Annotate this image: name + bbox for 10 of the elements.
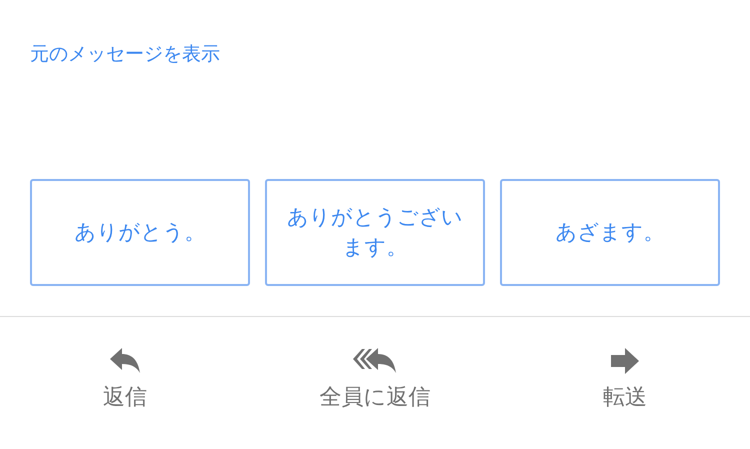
quick-reply-button[interactable]: ありがとうございます。 — [265, 179, 485, 286]
quick-reply-button[interactable]: あざます。 — [500, 179, 720, 286]
reply-icon — [108, 347, 142, 375]
toolbar-button[interactable]: 転送 — [560, 347, 690, 414]
quick-reply-button[interactable]: ありがとう。 — [30, 179, 250, 286]
reply-all-icon — [352, 347, 398, 375]
toolbar-button[interactable]: 全員に返信 — [310, 347, 440, 414]
forward-icon — [610, 347, 640, 375]
toolbar-button[interactable]: 返信 — [60, 347, 190, 414]
show-original-link[interactable]: 元のメッセージを表示 — [30, 43, 220, 65]
